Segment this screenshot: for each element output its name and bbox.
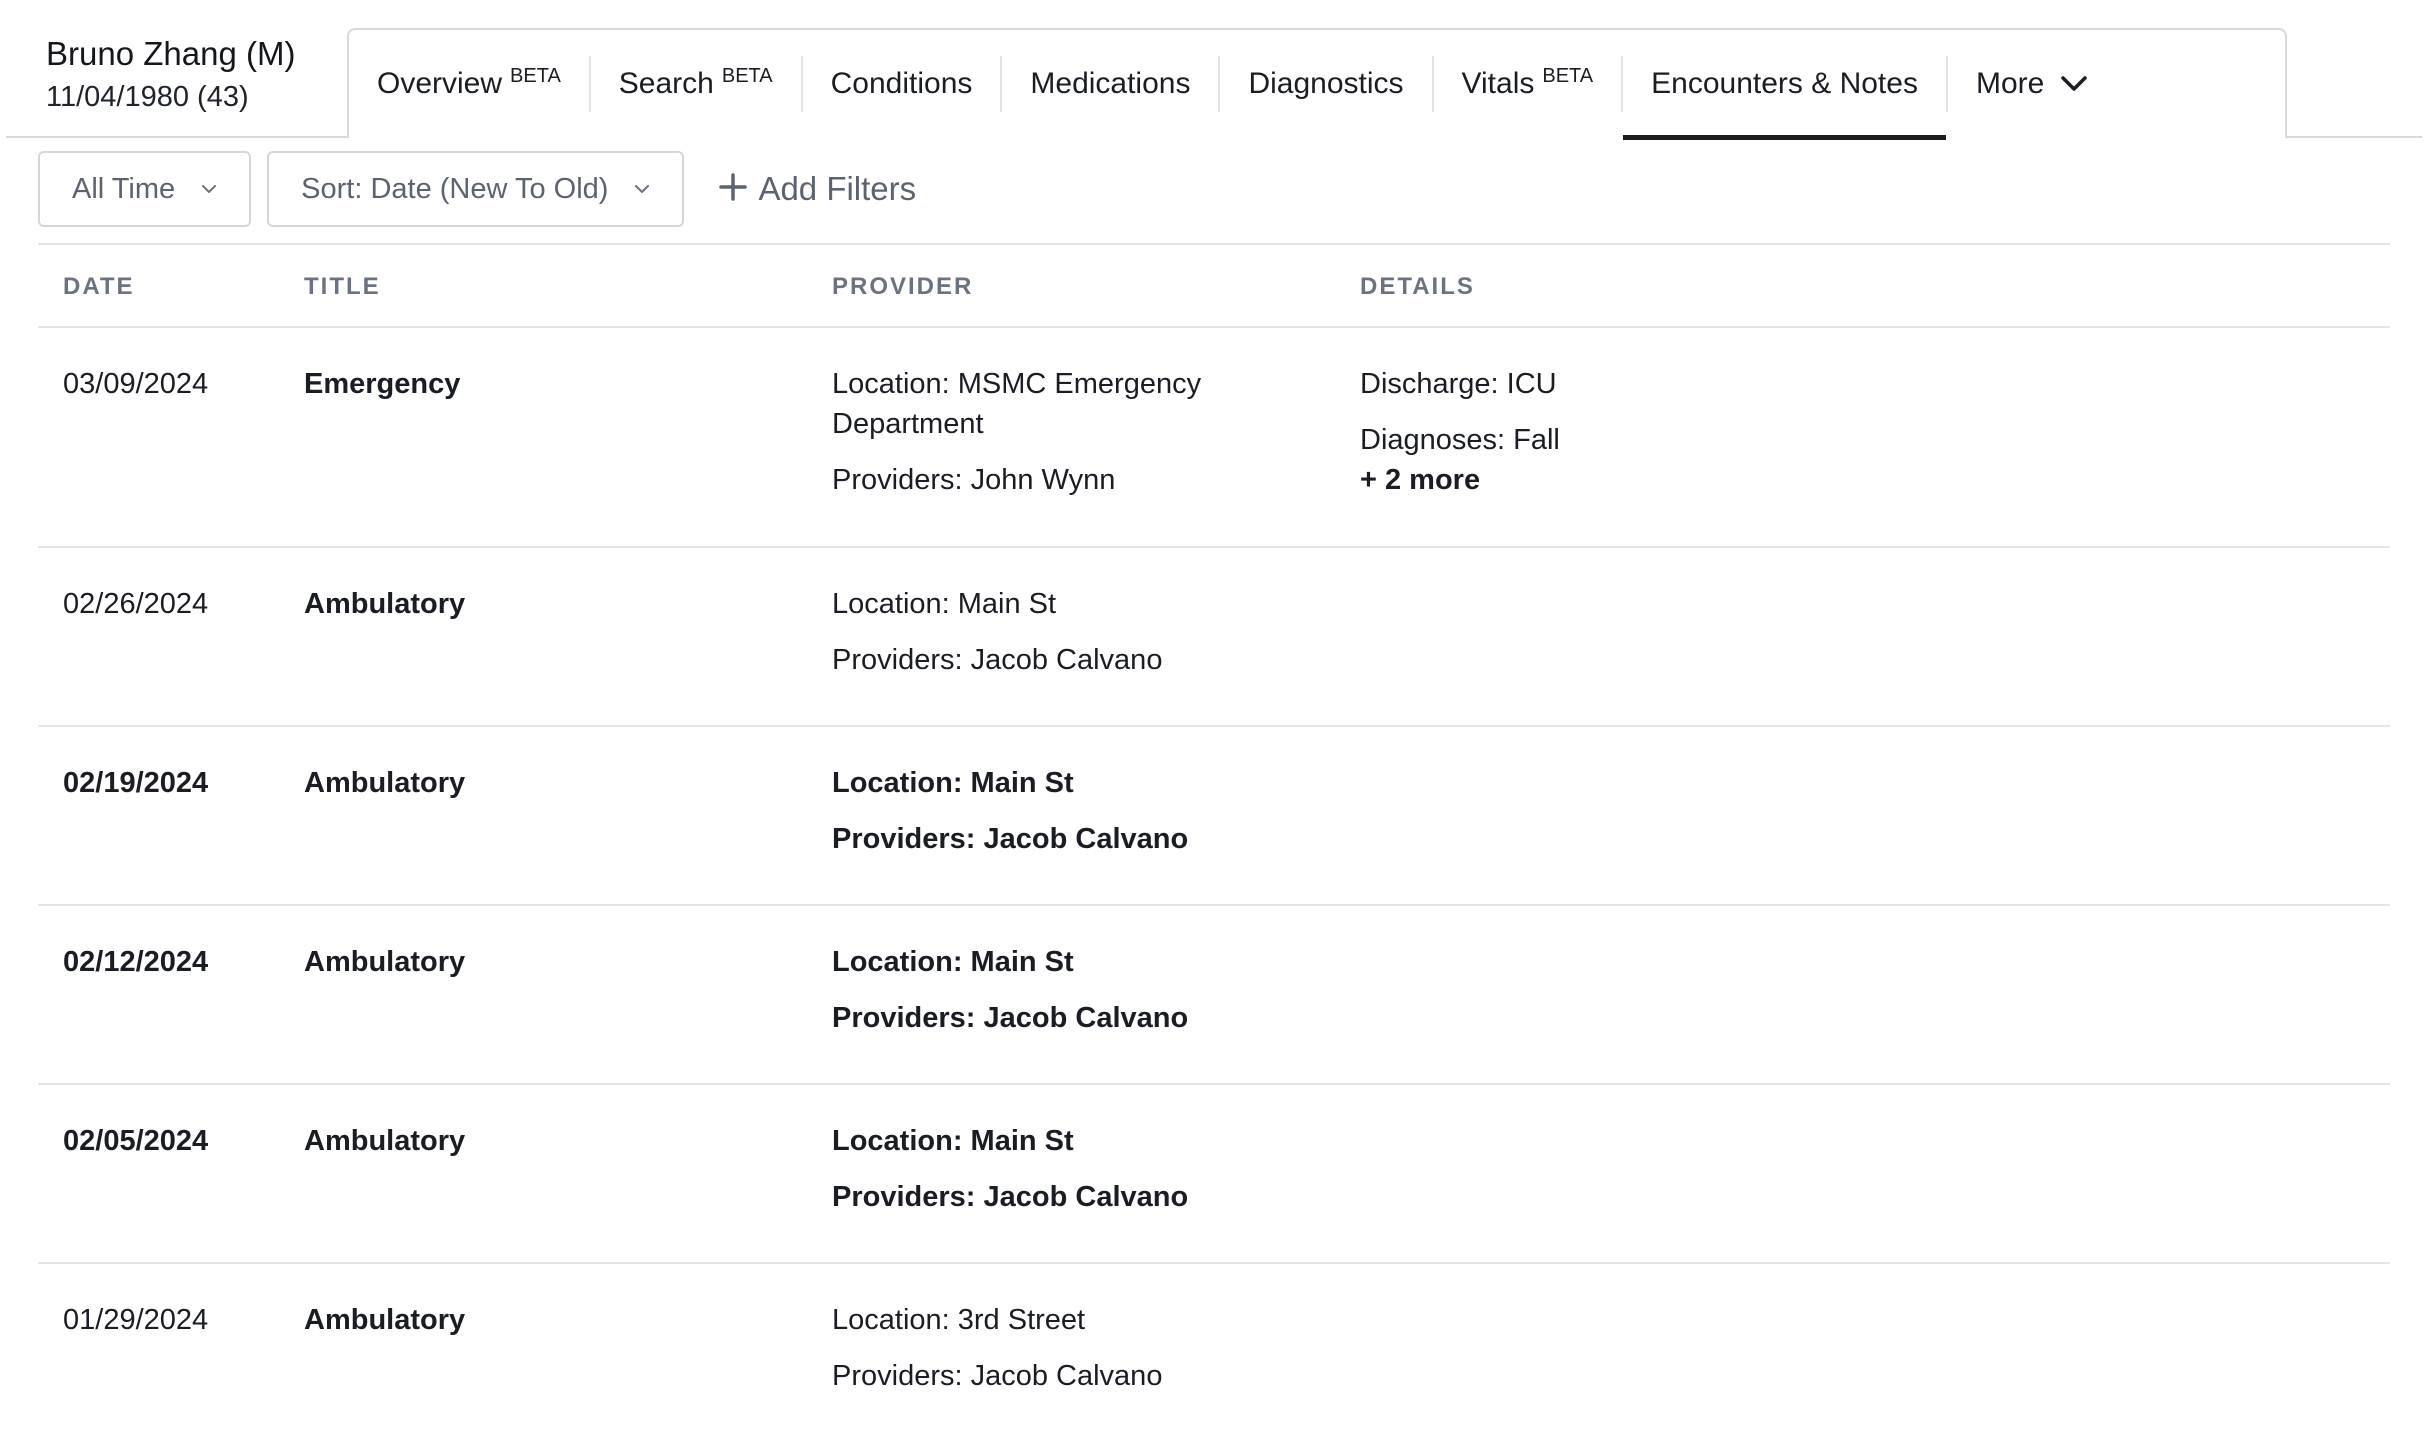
row-location: Location: 3rd Street: [832, 1304, 1086, 1336]
table-row[interactable]: 03/09/2024 Emergency Location: MSMC Emer…: [38, 328, 2390, 548]
row-provider: Location: Main St Providers: Jacob Calva…: [832, 584, 1282, 680]
row-provider: Location: Main St Providers: Jacob Calva…: [832, 942, 1282, 1038]
add-filters-button[interactable]: Add Filters: [718, 169, 916, 209]
row-provider: Location: Main St Providers: Jacob Calva…: [832, 763, 1282, 859]
beta-badge: BETA: [1542, 64, 1594, 87]
patient-name: Bruno Zhang (M): [46, 35, 296, 72]
row-title: Ambulatory: [304, 946, 466, 978]
tab-overview[interactable]: Overview BETA: [349, 30, 589, 138]
row-title: Ambulatory: [304, 1304, 466, 1336]
table-row[interactable]: 02/26/2024 Ambulatory Location: Main St …: [38, 548, 2390, 727]
tab-search[interactable]: Search BETA: [591, 30, 801, 138]
add-filters-label: Add Filters: [758, 170, 917, 207]
row-date: 01/29/2024: [63, 1304, 209, 1336]
row-title: Ambulatory: [304, 588, 466, 620]
tab-label: Conditions: [830, 67, 973, 100]
row-location: Location: Main St: [832, 1125, 1074, 1157]
row-diagnoses: Diagnoses: Fall: [1360, 424, 1560, 456]
column-header-title[interactable]: TITLE: [304, 273, 381, 301]
encounters-table: DATE TITLE PROVIDER DETAILS 03/09/2024 E…: [38, 243, 2390, 1434]
column-header-provider[interactable]: PROVIDER: [832, 273, 1282, 301]
row-provider: Location: MSMC Emergency Department Prov…: [832, 364, 1282, 500]
row-title: Ambulatory: [304, 767, 466, 799]
row-title: Emergency: [304, 368, 461, 400]
row-discharge: Discharge: ICU: [1360, 368, 1557, 400]
row-location: Location: MSMC Emergency Department: [832, 368, 1202, 440]
tab-label: Search: [618, 67, 714, 100]
row-title: Ambulatory: [304, 1125, 466, 1157]
row-providers: Providers: John Wynn: [832, 464, 1116, 496]
chevron-down-icon: [634, 184, 650, 194]
row-providers: Providers: Jacob Calvano: [832, 1360, 1163, 1392]
row-providers: Providers: Jacob Calvano: [832, 823, 1189, 855]
tab-vitals[interactable]: Vitals BETA: [1434, 30, 1622, 138]
time-range-value: All Time: [72, 172, 176, 205]
row-provider: Location: 3rd Street Providers: Jacob Ca…: [832, 1300, 1282, 1396]
table-row[interactable]: 01/29/2024 Ambulatory Location: 3rd Stre…: [38, 1264, 2390, 1434]
row-date: 02/19/2024: [63, 767, 209, 799]
tab-encounters-notes[interactable]: Encounters & Notes: [1623, 30, 1946, 140]
row-date: 02/12/2024: [63, 946, 209, 978]
column-header-date[interactable]: DATE: [63, 273, 135, 301]
row-date: 02/05/2024: [63, 1125, 209, 1157]
filter-bar: All Time Sort: Date (New To Old) Add Fil…: [38, 151, 916, 227]
row-providers: Providers: Jacob Calvano: [832, 1181, 1189, 1213]
tab-medications[interactable]: Medications: [1002, 30, 1218, 138]
time-range-dropdown[interactable]: All Time: [38, 151, 252, 227]
header: Bruno Zhang (M) 11/04/1980 (43) Overview…: [6, 0, 2422, 140]
sort-dropdown[interactable]: Sort: Date (New To Old): [267, 151, 685, 227]
tab-label: Overview: [377, 67, 503, 100]
table-row[interactable]: 02/19/2024 Ambulatory Location: Main St …: [38, 727, 2390, 906]
tab-label: Medications: [1030, 67, 1191, 100]
tab-more[interactable]: More: [1948, 30, 2116, 138]
tab-label: Vitals: [1461, 67, 1535, 100]
row-date: 02/26/2024: [63, 588, 209, 620]
more-diagnoses-link[interactable]: + 2 more: [1360, 460, 1860, 500]
table-header: DATE TITLE PROVIDER DETAILS: [38, 243, 2390, 328]
tab-bar: Overview BETA Search BETA Conditions Med…: [347, 28, 2287, 140]
tab-label: Diagnostics: [1248, 67, 1404, 100]
tab-label: Encounters & Notes: [1651, 67, 1918, 100]
patient-info: Bruno Zhang (M) 11/04/1980 (43): [46, 34, 295, 116]
beta-badge: BETA: [510, 64, 561, 87]
row-location: Location: Main St: [832, 946, 1074, 978]
row-providers: Providers: Jacob Calvano: [832, 644, 1163, 676]
row-providers: Providers: Jacob Calvano: [832, 1002, 1189, 1034]
row-details: Discharge: ICU Diagnoses: Fall + 2 more: [1360, 364, 1860, 500]
table-row[interactable]: 02/05/2024 Ambulatory Location: Main St …: [38, 1085, 2390, 1264]
chevron-down-icon: [2060, 75, 2088, 93]
sort-value: Sort: Date (New To Old): [301, 172, 609, 205]
column-header-details[interactable]: DETAILS: [1360, 273, 1860, 301]
table-row[interactable]: 02/12/2024 Ambulatory Location: Main St …: [38, 906, 2390, 1085]
row-date: 03/09/2024: [63, 368, 209, 400]
tab-diagnostics[interactable]: Diagnostics: [1220, 30, 1431, 138]
tab-label: More: [1975, 67, 2045, 100]
row-location: Location: Main St: [832, 588, 1057, 620]
beta-badge: BETA: [721, 64, 773, 87]
chevron-down-icon: [201, 184, 217, 194]
row-provider: Location: Main St Providers: Jacob Calva…: [832, 1121, 1282, 1217]
plus-icon: [718, 169, 748, 209]
row-location: Location: Main St: [832, 767, 1074, 799]
tab-conditions[interactable]: Conditions: [803, 30, 1001, 138]
patient-dob: 11/04/1980 (43): [46, 81, 249, 113]
page: Bruno Zhang (M) 11/04/1980 (43) Overview…: [0, 0, 2428, 1434]
